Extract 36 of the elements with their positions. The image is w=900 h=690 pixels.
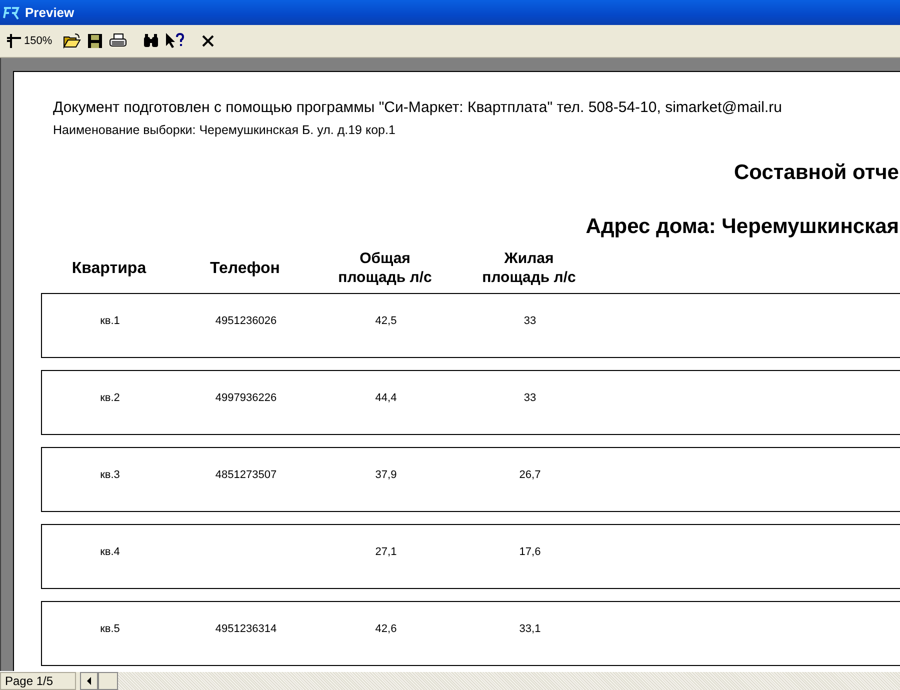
app-logo-icon xyxy=(3,4,21,20)
header-line: Документ подготовлен с помощью программы "Си-Маркет: Квартплата" тел. 508-54-10, simarket@mail.ru xyxy=(53,99,783,117)
phone-cell: 4951236314 xyxy=(215,622,277,634)
pin-icon xyxy=(7,34,21,48)
page-indicator: Page 1/5 xyxy=(0,672,76,690)
scroll-thumb[interactable] xyxy=(98,672,118,690)
living-area-cell-text: 33 xyxy=(522,314,538,326)
apartment-cell-text: кв.1 xyxy=(99,314,121,326)
total-area-cell-text: 42,6 xyxy=(374,622,398,634)
total-area-cell-text: 44,4 xyxy=(374,392,398,404)
apartment-cell-text: кв.5 xyxy=(99,622,121,634)
phone-cell: 4851273507 xyxy=(215,468,277,480)
selection-line: Наименование выборки: Черемушкинская Б. ул. д.19 кор.1 xyxy=(53,123,396,137)
left-arrow-icon xyxy=(87,677,91,685)
phone-cell: 4997936226 xyxy=(215,392,277,404)
zoom-button[interactable]: 150% xyxy=(7,29,52,53)
scroll-left-button[interactable] xyxy=(80,672,98,690)
living-area-cell-text: 33 xyxy=(522,392,538,404)
apartment-cell-text: кв.3 xyxy=(99,468,121,480)
apartment-cell-text: кв.4 xyxy=(99,546,121,558)
horizontal-scrollbar[interactable] xyxy=(80,672,900,690)
living-area-cell-text: 26,7 xyxy=(518,468,542,480)
address-title: Адрес дома: Черемушкинская xyxy=(586,215,899,239)
column-header: Телефон xyxy=(209,258,281,278)
total-area-cell-text: 37,9 xyxy=(374,468,398,480)
total-area-cell-text: 42,5 xyxy=(374,314,398,326)
report-title: Составной отче xyxy=(734,161,899,185)
total-area-cell-text: 27,1 xyxy=(374,546,398,558)
column-header: Квартира xyxy=(70,258,148,278)
phone-cell: 4951236026 xyxy=(215,314,277,326)
living-area-cell-text: 33,1 xyxy=(518,622,542,634)
apartment-cell-text: кв.2 xyxy=(99,392,121,404)
living-area-cell-text: 17,6 xyxy=(518,546,542,558)
window-title: Preview xyxy=(25,5,74,20)
column-header: Общая площадь л/с xyxy=(337,249,433,287)
column-header: Жилая площадь л/с xyxy=(481,249,577,287)
